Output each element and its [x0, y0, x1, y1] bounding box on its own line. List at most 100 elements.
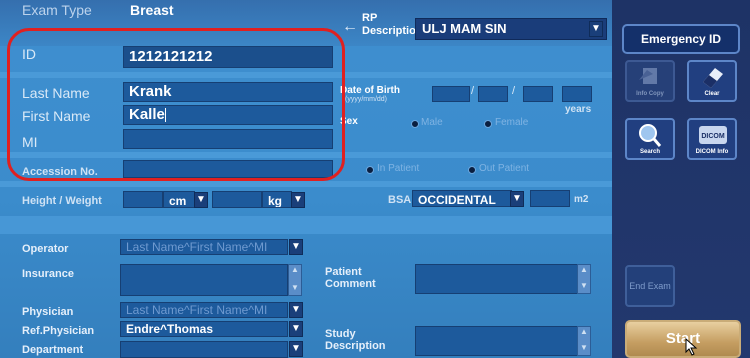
mi-label: MI: [22, 134, 38, 150]
physician-placeholder: Last Name^First Name^MI: [126, 303, 268, 317]
id-label: ID: [22, 46, 36, 62]
ref-physician-field[interactable]: Endre^Thomas: [120, 321, 288, 337]
ref-physician-label: Ref.Physician: [22, 325, 95, 337]
bsa-value-field[interactable]: [530, 190, 570, 207]
years-label: years: [565, 104, 592, 115]
dicom-icon: DICOM: [699, 126, 727, 144]
id-value: 1212121212: [129, 48, 213, 65]
insurance-scrollbar[interactable]: ▲ ▼: [288, 264, 302, 296]
insurance-field[interactable]: [120, 264, 288, 296]
department-dropdown-icon[interactable]: ▼: [289, 341, 303, 357]
weight-field[interactable]: [212, 191, 262, 208]
accession-field[interactable]: [123, 160, 333, 178]
study-description-scrollbar[interactable]: ▲ ▼: [577, 326, 591, 356]
sex-female-label: Female: [495, 117, 529, 128]
height-unit-dropdown-icon[interactable]: ▼: [194, 192, 208, 208]
row-divider: [0, 152, 612, 158]
eraser-icon: [703, 68, 723, 88]
weight-unit-dropdown-icon[interactable]: ▼: [291, 192, 305, 208]
search-button[interactable]: Search: [625, 118, 675, 160]
height-weight-label: Height / Weight: [22, 195, 102, 207]
rp-description-value: ULJ MAM SIN: [422, 21, 507, 36]
info-copy-icon: [639, 68, 657, 84]
sex-female-radio[interactable]: [484, 120, 492, 128]
operator-label: Operator: [22, 243, 69, 255]
start-button[interactable]: Start: [625, 320, 741, 358]
dicom-info-button[interactable]: DICOM DICOM Info: [687, 118, 737, 160]
dob-separator-2: /: [512, 85, 516, 97]
scroll-down-icon[interactable]: ▼: [578, 343, 590, 353]
insurance-label: Insurance: [22, 268, 74, 280]
dicom-badge-text: DICOM: [701, 133, 725, 140]
dob-separator-1: /: [471, 85, 475, 97]
height-unit-value: cm: [169, 194, 187, 208]
scroll-down-icon[interactable]: ▼: [578, 281, 590, 291]
dob-day-field[interactable]: [523, 86, 553, 102]
dicom-info-label: DICOM Info: [695, 149, 729, 155]
exam-type-label: Exam Type: [22, 2, 92, 18]
ref-physician-value: Endre^Thomas: [126, 322, 214, 336]
rp-description-label-line1: RP: [362, 12, 378, 24]
department-label: Department: [22, 344, 84, 356]
accession-label: Accession No.: [22, 166, 98, 178]
operator-field[interactable]: Last Name^First Name^MI: [120, 239, 288, 255]
physician-dropdown-icon[interactable]: ▼: [289, 302, 303, 318]
end-exam-label: End Exam: [629, 281, 671, 291]
physician-field[interactable]: Last Name^First Name^MI: [120, 302, 288, 318]
sex-male-label: Male: [421, 117, 443, 128]
dob-format-hint: (yyyy/mm/dd): [345, 96, 387, 103]
id-field[interactable]: 1212121212: [123, 46, 333, 68]
end-exam-button[interactable]: End Exam: [625, 265, 675, 307]
back-arrow-icon[interactable]: ←: [342, 18, 358, 36]
rp-description-select[interactable]: ULJ MAM SIN: [415, 18, 607, 40]
out-patient-radio[interactable]: [468, 166, 476, 174]
clear-button[interactable]: Clear: [687, 60, 737, 102]
weight-unit-value: kg: [268, 194, 283, 208]
first-name-label: First Name: [22, 108, 91, 124]
department-field[interactable]: [120, 341, 288, 358]
age-field[interactable]: [562, 86, 592, 102]
height-field[interactable]: [123, 191, 163, 208]
ref-physician-dropdown-icon[interactable]: ▼: [289, 321, 303, 337]
patient-comment-label-line2: Comment: [325, 278, 376, 290]
first-name-value: Kalle: [129, 106, 165, 123]
study-description-field[interactable]: [415, 326, 578, 356]
bsa-select[interactable]: OCCIDENTAL: [412, 190, 512, 207]
scroll-up-icon[interactable]: ▲: [578, 327, 590, 337]
scroll-down-icon[interactable]: ▼: [289, 283, 301, 293]
last-name-field[interactable]: Krank: [123, 82, 333, 102]
patient-comment-field[interactable]: [415, 264, 578, 294]
patient-comment-label-line1: Patient: [325, 266, 362, 278]
side-action-panel: Emergency ID Info Copy Clear Search DICO…: [612, 0, 750, 358]
first-name-field[interactable]: Kalle: [123, 105, 333, 125]
height-unit-select[interactable]: cm: [163, 191, 195, 208]
rp-description-dropdown-icon[interactable]: ▼: [589, 21, 603, 37]
weight-unit-select[interactable]: kg: [262, 191, 292, 208]
sex-male-radio[interactable]: [411, 120, 419, 128]
rp-description-label-line2: Description: [362, 25, 423, 37]
scroll-up-icon[interactable]: ▲: [289, 265, 301, 275]
mouse-pointer-icon: [685, 338, 698, 356]
bsa-label: BSA: [388, 194, 412, 206]
dob-year-field[interactable]: [432, 86, 470, 102]
text-cursor: [164, 108, 166, 123]
mi-field[interactable]: [123, 129, 333, 149]
patient-registration-screen: Exam Type Breast ← RP Description ULJ MA…: [0, 0, 750, 358]
emergency-id-button[interactable]: Emergency ID: [622, 24, 740, 54]
patient-comment-scrollbar[interactable]: ▲ ▼: [577, 264, 591, 294]
last-name-label: Last Name: [22, 85, 90, 101]
info-copy-button[interactable]: Info Copy: [625, 60, 675, 102]
study-description-label-line1: Study: [325, 328, 356, 340]
dob-month-field[interactable]: [478, 86, 508, 102]
scroll-up-icon[interactable]: ▲: [578, 265, 590, 275]
bsa-dropdown-icon[interactable]: ▼: [510, 191, 524, 207]
sex-label: Sex: [340, 116, 358, 127]
dob-label: Date of Birth: [340, 85, 400, 96]
out-patient-label: Out Patient: [479, 163, 530, 174]
study-description-label-line2: Description: [325, 340, 386, 352]
in-patient-radio[interactable]: [366, 166, 374, 174]
bsa-value: OCCIDENTAL: [418, 193, 496, 207]
row-divider: [0, 181, 612, 187]
info-copy-label: Info Copy: [636, 91, 664, 97]
operator-dropdown-icon[interactable]: ▼: [289, 239, 303, 255]
